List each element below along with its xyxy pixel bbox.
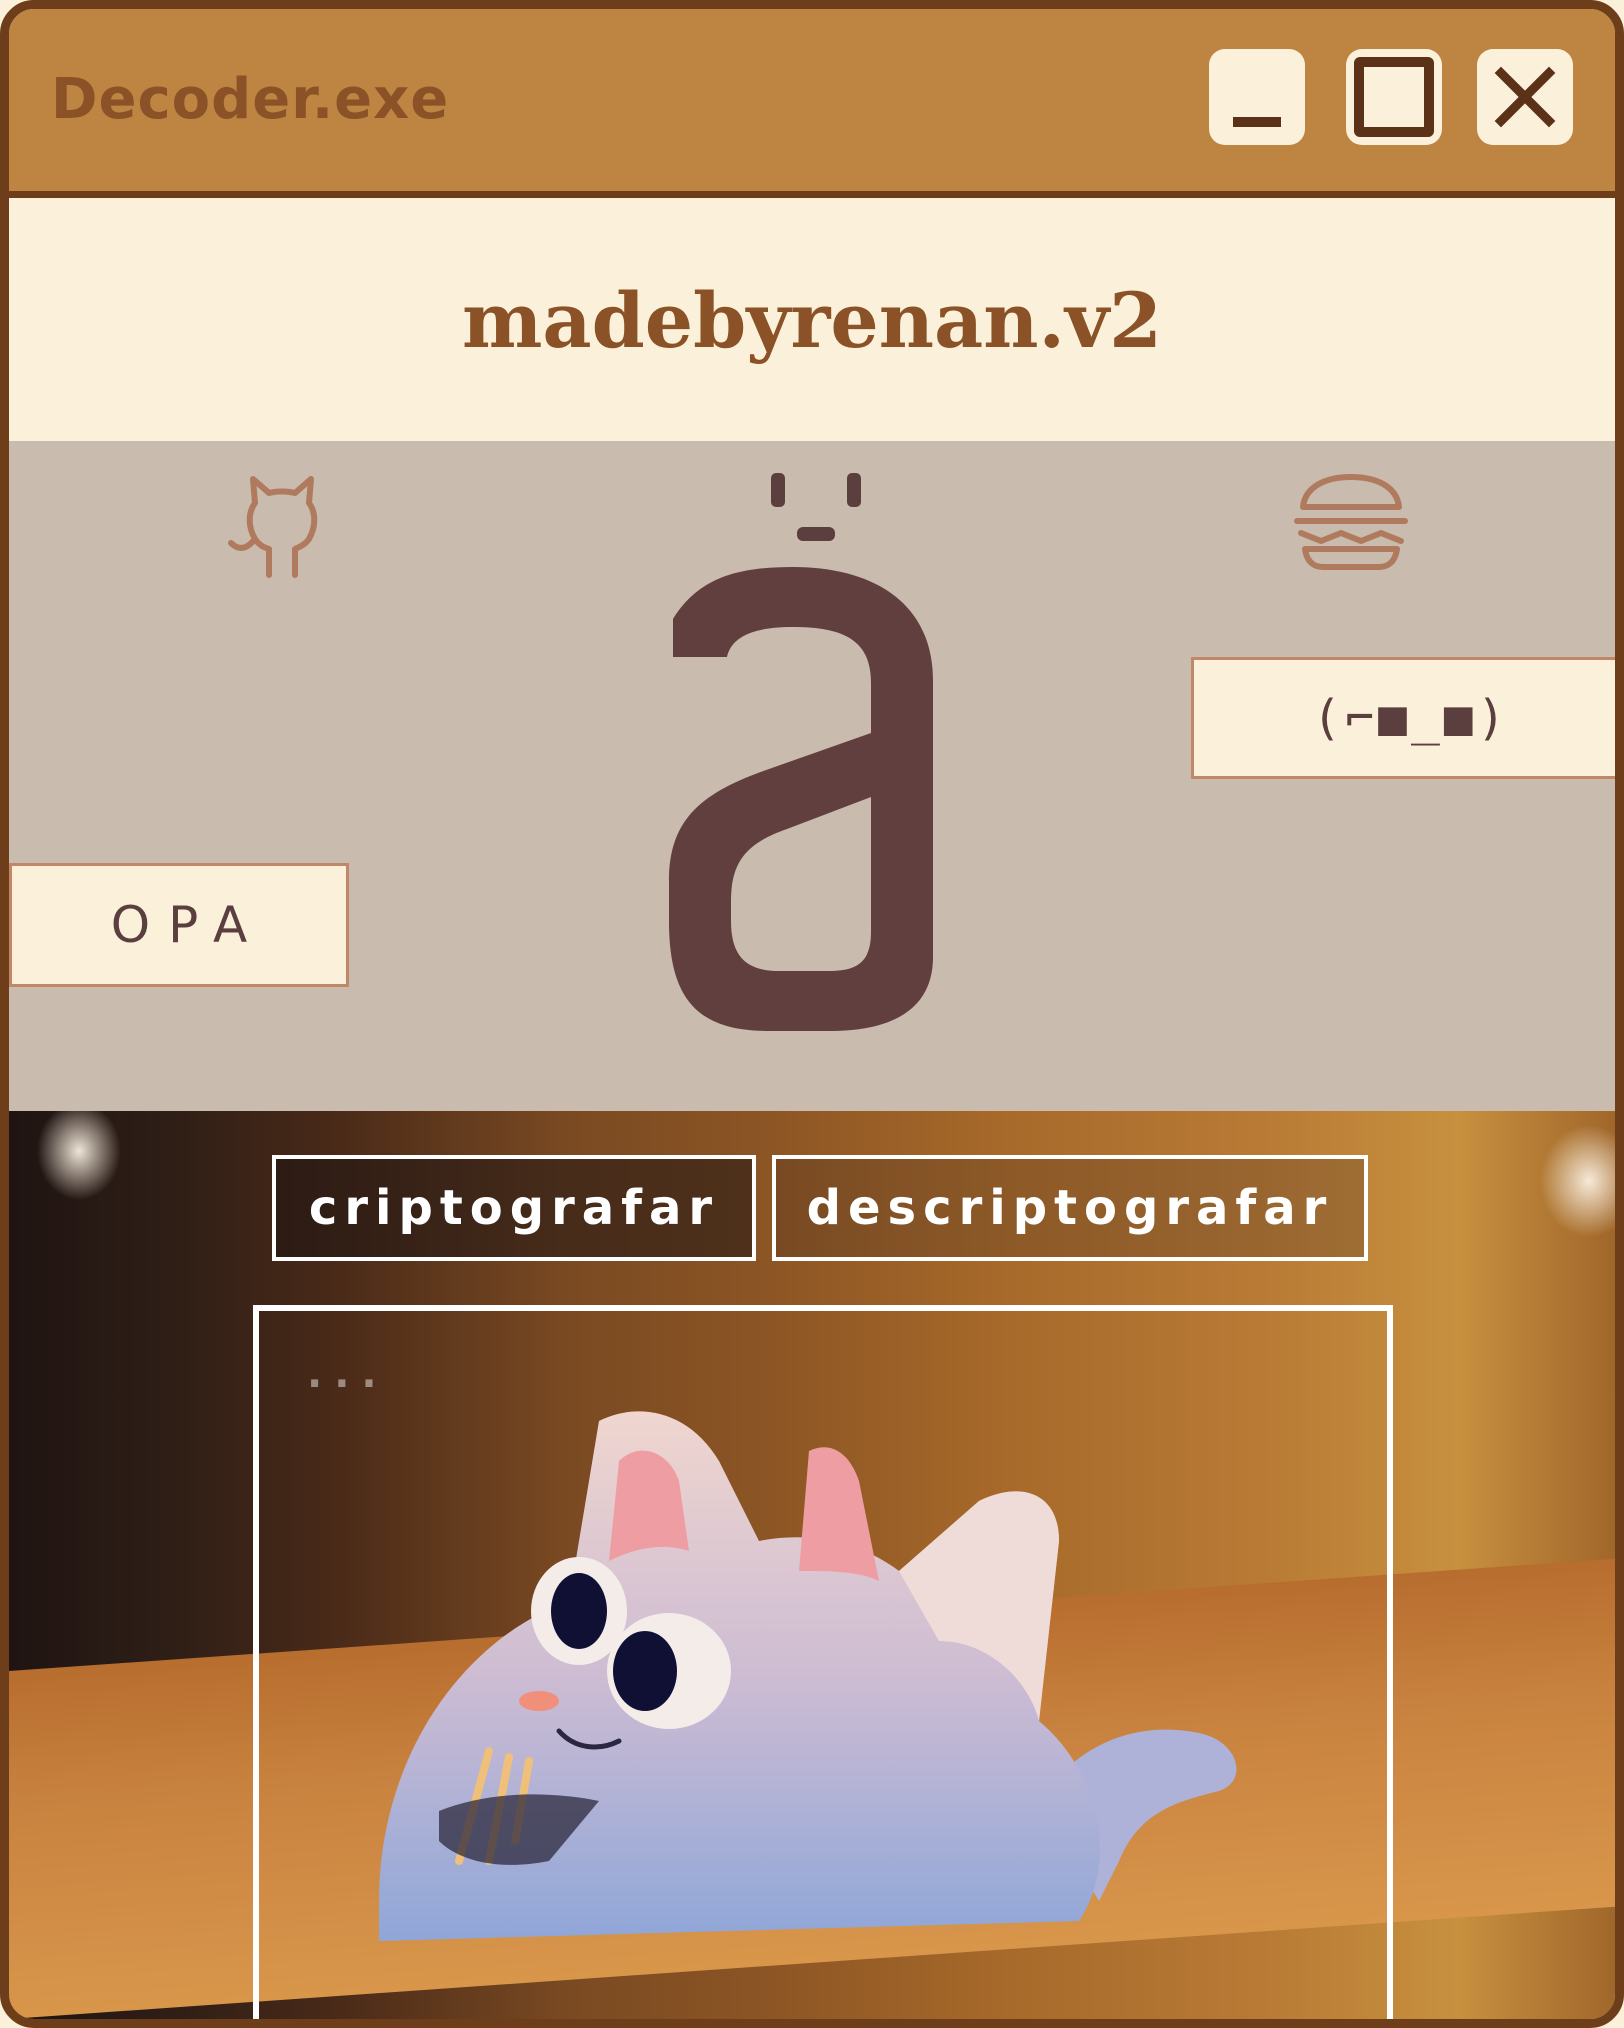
- logo-letter: [669, 567, 933, 1031]
- site-header: madebyrenan.v2: [9, 198, 1615, 441]
- face-icon[interactable]: [761, 471, 871, 551]
- decrypt-button[interactable]: descriptografar: [772, 1155, 1368, 1261]
- opa-button[interactable]: OPA: [9, 863, 349, 987]
- maximize-button[interactable]: [1346, 49, 1442, 145]
- title-bar[interactable]: Decoder.exe: [9, 9, 1615, 198]
- brand-title: madebyrenan.v2: [461, 276, 1163, 365]
- close-icon: [1494, 66, 1556, 128]
- github-cat-icon[interactable]: [219, 471, 339, 581]
- burger-icon[interactable]: [1291, 471, 1411, 571]
- app-window: Decoder.exe madebyrenan.v2 (⌐■_■) OPA cr…: [0, 0, 1624, 2028]
- minimize-icon: [1233, 117, 1281, 127]
- window-title: Decoder.exe: [51, 67, 450, 132]
- minimize-button[interactable]: [1209, 49, 1305, 145]
- cat-illustration: [379, 1411, 1237, 1941]
- maximize-icon: [1354, 57, 1434, 137]
- background-photo: criptografar descriptografar ...: [9, 1111, 1615, 2019]
- kaomoji-badge[interactable]: (⌐■_■): [1191, 657, 1615, 779]
- hero-stage: (⌐■_■) OPA: [9, 441, 1615, 1111]
- close-button[interactable]: [1477, 49, 1573, 145]
- encrypt-button[interactable]: criptografar: [272, 1155, 756, 1261]
